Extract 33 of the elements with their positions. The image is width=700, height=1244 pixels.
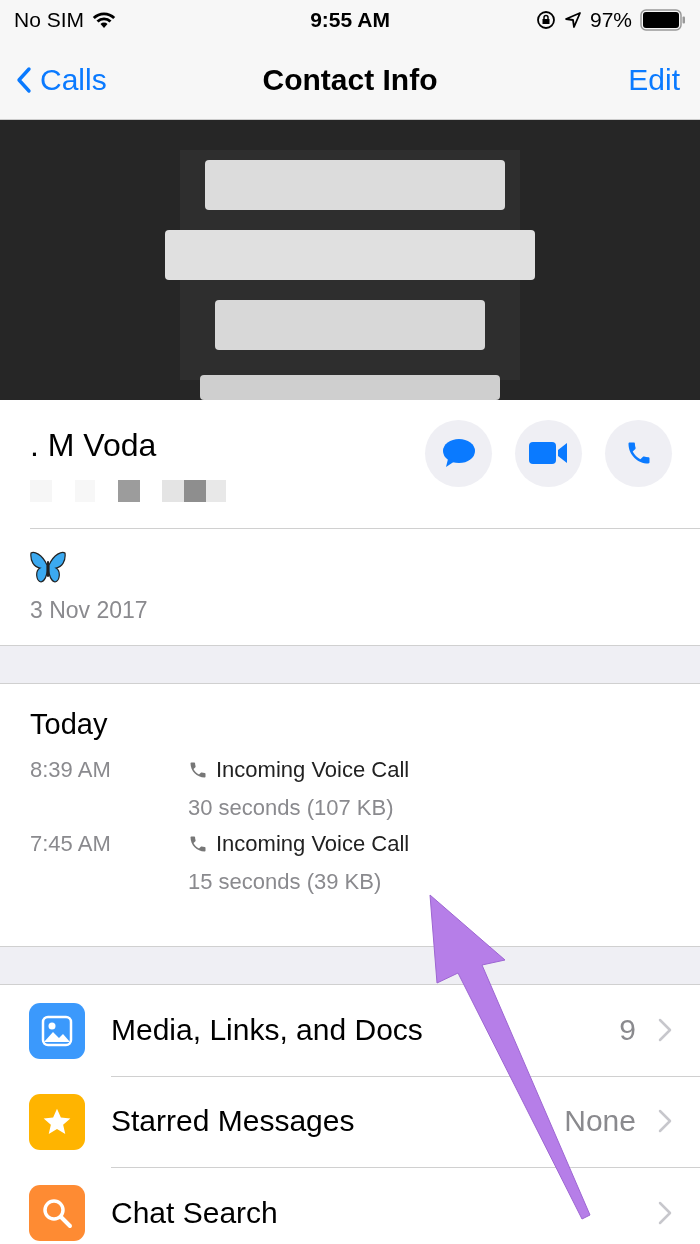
item-count: 9 (619, 1013, 636, 1047)
speech-bubble-icon (441, 437, 476, 469)
call-type: Incoming Voice Call (216, 757, 410, 783)
chevron-icon (658, 1018, 672, 1042)
menu-item[interactable]: Media, Links, and Docs (111, 1013, 423, 1047)
call-type: Incoming Voice Call (216, 831, 410, 857)
back-button[interactable]: Calls (16, 62, 107, 97)
chevron-icon (658, 1200, 672, 1225)
location-arrow-icon (563, 11, 582, 29)
phone-icon (188, 760, 208, 780)
battery-icon (640, 9, 686, 31)
phone-icon (188, 834, 208, 854)
back-chevron-icon (16, 65, 32, 94)
battery-percent-text: 97% (589, 8, 632, 32)
carrier-text: No SIM (14, 8, 84, 32)
rotation-lock-icon (535, 10, 556, 30)
section-heading: Today (30, 708, 109, 741)
call-detail: 15 seconds (39 KB) (188, 869, 383, 895)
call-time: 8:39 AM (30, 757, 112, 784)
clock-text: 9:55 AM (310, 8, 390, 32)
wifi-icon (92, 11, 116, 29)
video-camera-icon (528, 440, 569, 466)
edit-button[interactable]: Edit (628, 62, 680, 97)
screen-title: Contact Info (262, 62, 438, 97)
contact-name: . M Voda (30, 426, 158, 464)
item-count: None (564, 1104, 636, 1138)
chevron-icon (658, 1109, 672, 1133)
call-time: 7:45 AM (30, 831, 112, 858)
about-date: 3 Nov 2017 (30, 596, 149, 624)
menu-item[interactable]: Chat Search (111, 1195, 278, 1230)
call-detail: 30 seconds (107 KB) (188, 795, 395, 821)
butterfly-icon (30, 550, 66, 585)
menu-item[interactable]: Starred Messages (111, 1104, 355, 1138)
